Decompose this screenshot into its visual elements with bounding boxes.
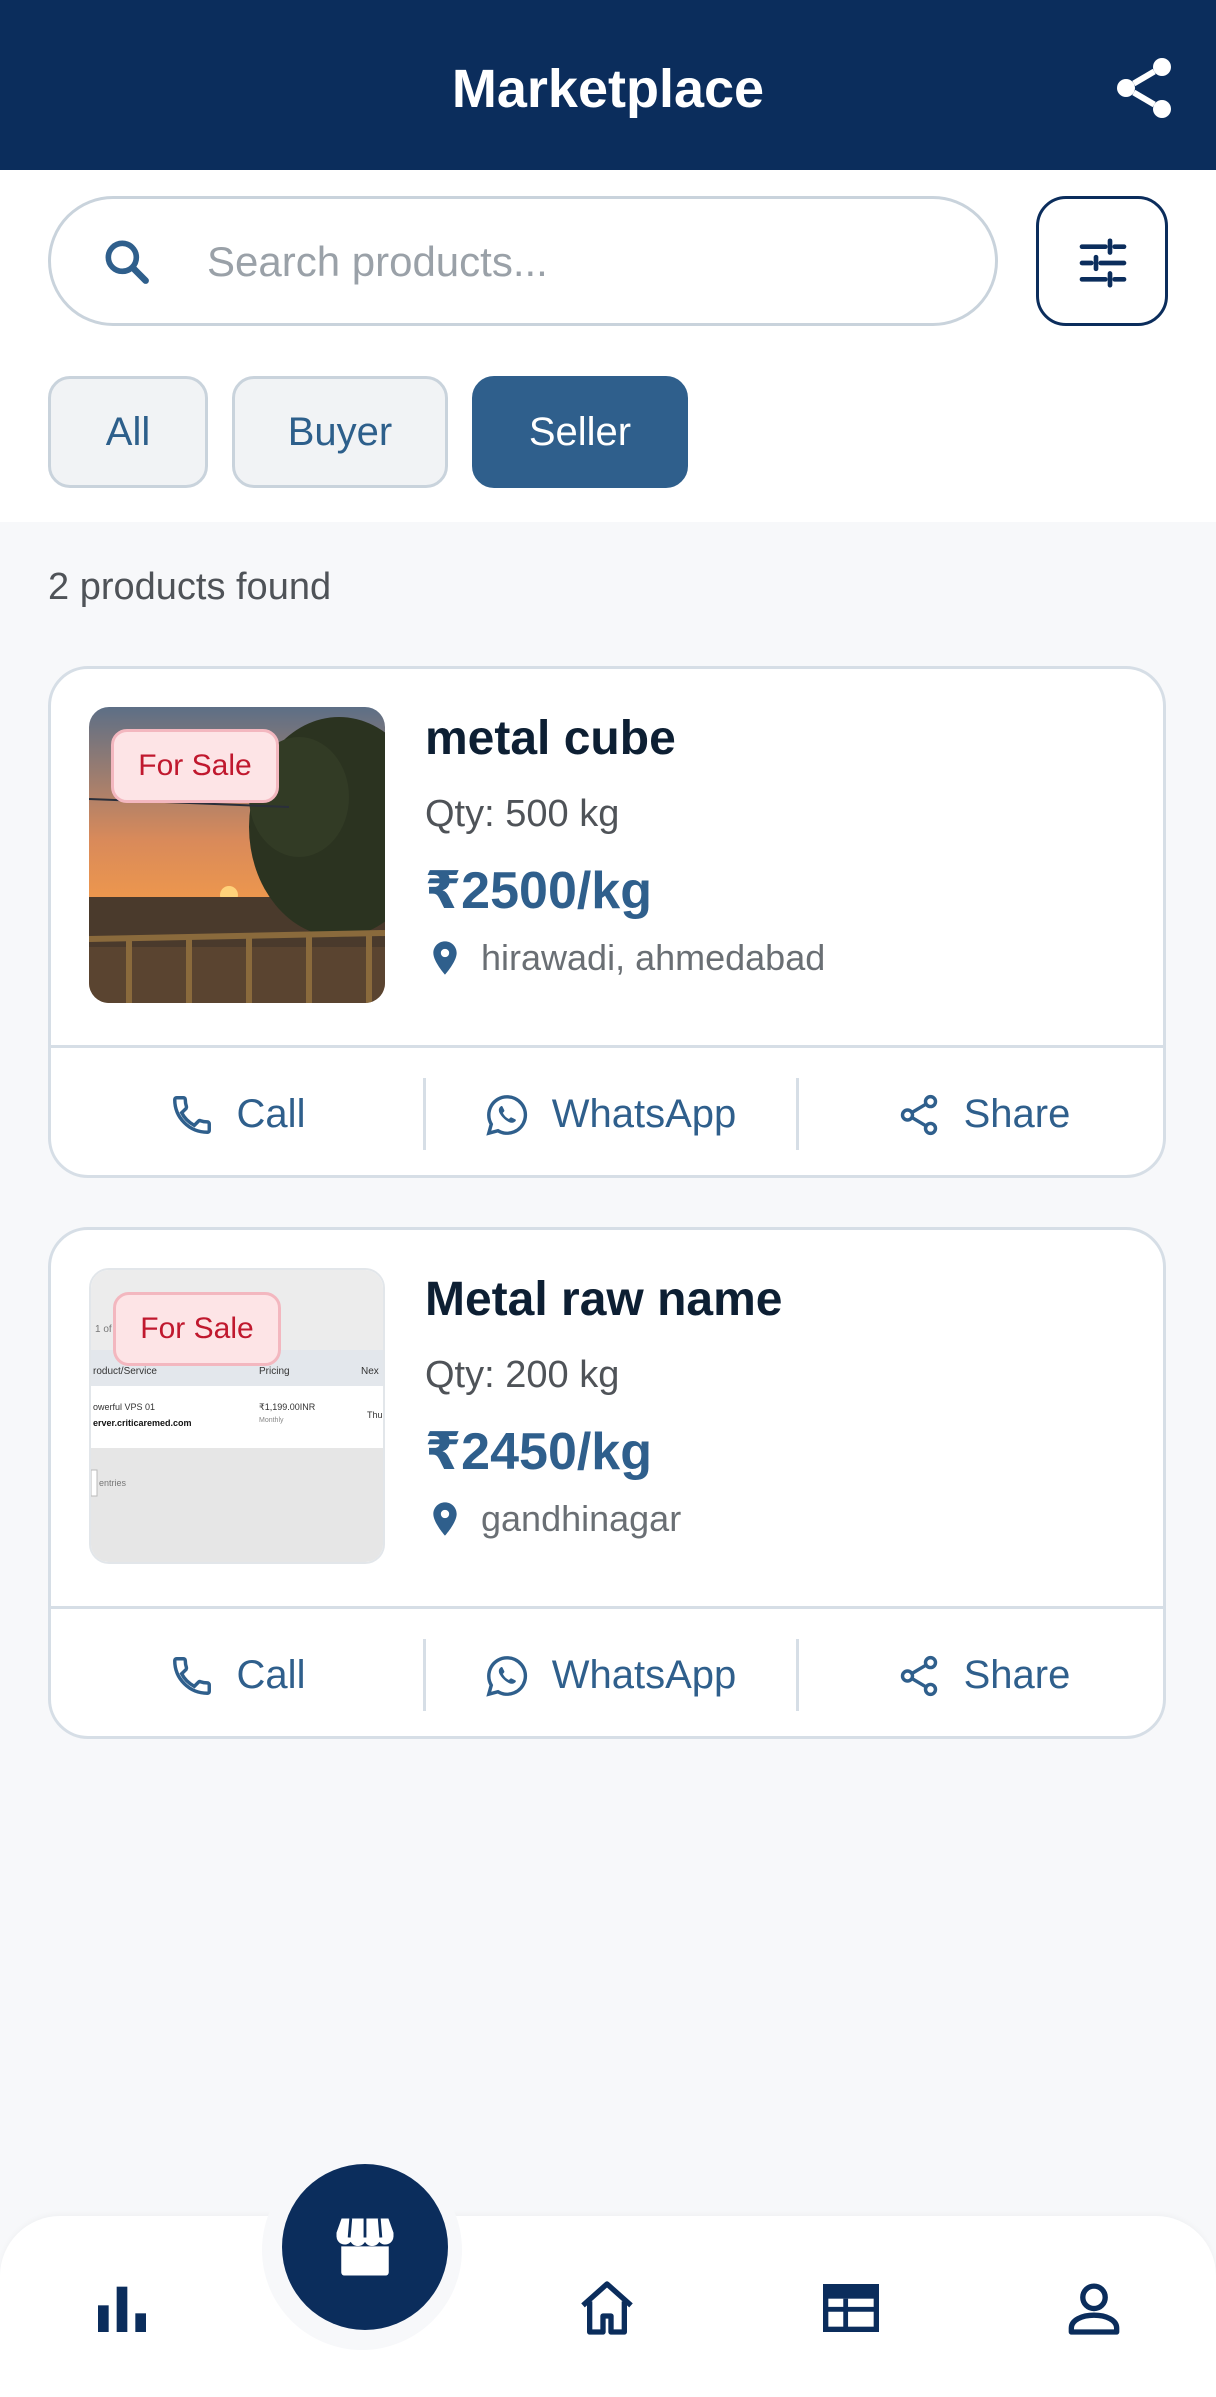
card-actions: Call WhatsApp Share	[51, 1609, 1163, 1736]
product-location: gandhinagar	[425, 1498, 681, 1540]
share-icon	[900, 1094, 937, 1135]
thumb-next: Thu	[367, 1410, 383, 1420]
search-icon	[105, 240, 149, 284]
page-title: Marketplace	[451, 59, 765, 119]
top-app-bar: Marketplace	[0, 0, 1216, 170]
whatsapp-icon	[486, 1655, 527, 1697]
thumb-header-3: Nex	[361, 1366, 379, 1377]
thumb-header-2: Pricing	[259, 1366, 290, 1377]
profile-icon[interactable]	[1062, 2276, 1126, 2340]
product-name: metal cube	[425, 712, 676, 765]
location-pin-icon	[433, 1502, 457, 1536]
chip-all[interactable]: All	[48, 376, 208, 488]
phone-icon	[172, 1095, 211, 1134]
nav-marketplace-button[interactable]	[282, 2164, 448, 2330]
product-name: Metal raw name	[425, 1273, 783, 1326]
whatsapp-icon	[486, 1094, 527, 1136]
whatsapp-label: WhatsApp	[551, 1653, 737, 1697]
card-actions: Call WhatsApp Share	[51, 1048, 1163, 1175]
call-button[interactable]: Call	[51, 1048, 423, 1175]
thumb-cycle: Monthly	[259, 1417, 284, 1424]
thumb-row-1: owerful VPS 01	[93, 1402, 155, 1412]
for-sale-badge: For Sale	[113, 1292, 281, 1366]
sliders-icon	[1079, 238, 1127, 288]
stats-icon[interactable]	[90, 2276, 154, 2340]
whatsapp-button[interactable]: WhatsApp	[424, 1048, 796, 1175]
phone-icon	[172, 1656, 211, 1695]
thumb-footer: entries	[99, 1478, 127, 1488]
whatsapp-button[interactable]: WhatsApp	[424, 1609, 796, 1736]
results-count: 2 products found	[48, 566, 332, 608]
product-card[interactable]: For Sale metal cube Qty: 500 kg ₹2500/kg…	[48, 666, 1166, 1178]
share-icon[interactable]	[1108, 52, 1180, 124]
for-sale-badge: For Sale	[111, 729, 279, 803]
share-button[interactable]: Share	[797, 1048, 1163, 1175]
call-label: Call	[236, 1092, 306, 1136]
whatsapp-label: WhatsApp	[551, 1092, 737, 1136]
filter-button[interactable]	[1036, 196, 1168, 326]
chip-seller[interactable]: Seller	[472, 376, 688, 488]
call-button[interactable]: Call	[51, 1609, 423, 1736]
product-image: For Sale	[89, 707, 385, 1003]
share-icon	[900, 1655, 937, 1696]
call-label: Call	[236, 1653, 306, 1697]
thumb-header-1: roduct/Service	[93, 1366, 157, 1377]
search-input[interactable]	[207, 229, 947, 295]
thumb-row-2: erver.criticaremed.com	[93, 1418, 192, 1428]
product-image: 1 of roduct/Service Pricing Nex owerful …	[89, 1268, 385, 1564]
search-bar[interactable]	[48, 196, 998, 326]
thumb-price: ₹1,199.00INR	[259, 1402, 316, 1412]
product-card[interactable]: 1 of roduct/Service Pricing Nex owerful …	[48, 1227, 1166, 1739]
location-pin-icon	[433, 941, 457, 975]
product-qty: Qty: 500 kg	[425, 793, 620, 835]
product-qty: Qty: 200 kg	[425, 1354, 620, 1396]
store-icon	[336, 2218, 394, 2276]
chip-buyer[interactable]: Buyer	[232, 376, 448, 488]
newspaper-icon[interactable]	[819, 2276, 883, 2340]
thumb-corner-text: 1 of	[95, 1324, 112, 1335]
product-location: hirawadi, ahmedabad	[425, 937, 825, 979]
product-price: ₹2450/kg	[425, 1423, 652, 1481]
search-panel: All Buyer Seller	[0, 170, 1216, 522]
share-button[interactable]: Share	[797, 1609, 1163, 1736]
share-label: Share	[963, 1653, 1071, 1697]
share-label: Share	[963, 1092, 1071, 1136]
home-icon[interactable]	[575, 2276, 639, 2340]
location-text: hirawadi, ahmedabad	[481, 937, 826, 978]
location-text: gandhinagar	[481, 1498, 682, 1539]
product-price: ₹2500/kg	[425, 862, 652, 920]
